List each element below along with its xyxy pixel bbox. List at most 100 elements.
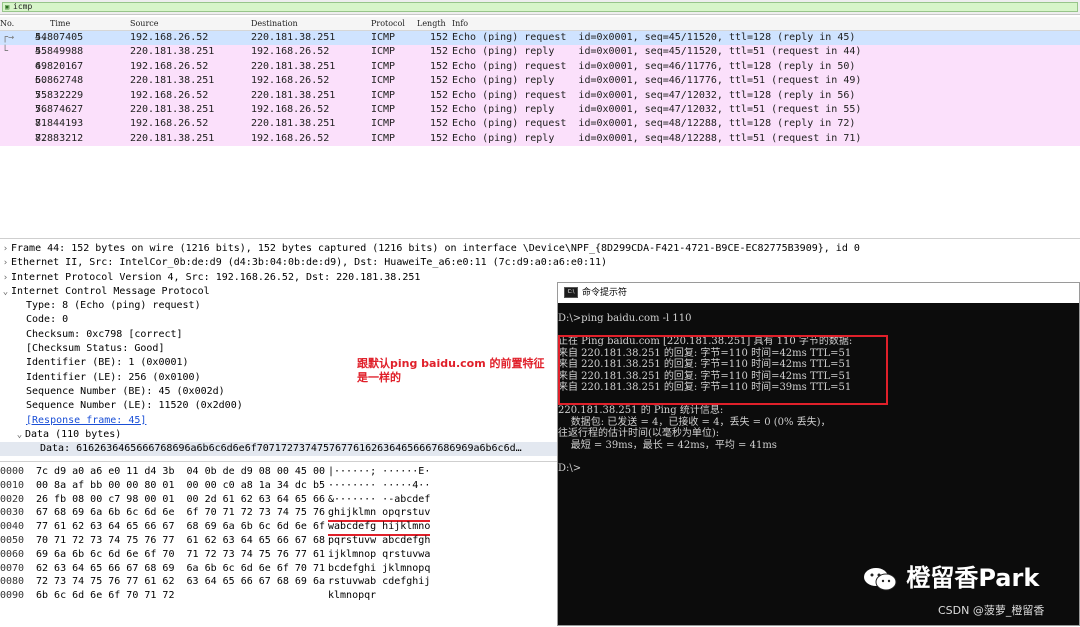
cell-info: Echo (ping) request id=0x0001, seq=47/12… xyxy=(452,89,856,101)
hex-dump-pane: 0000 7c d9 a0 a6 e0 11 d4 3b 04 0b de d9 … xyxy=(0,461,558,627)
collapse-arrow-icon[interactable]: ⌄ xyxy=(14,428,25,442)
cell-len: 152 xyxy=(430,89,449,101)
cmd-title: 命令提示符 xyxy=(582,288,628,298)
cell-src: 192.168.26.52 xyxy=(130,89,209,101)
col-info[interactable]: Info xyxy=(452,17,468,30)
hex-bytes: 62 63 64 65 66 67 68 69 6a 6b 6c 6d 6e 6… xyxy=(36,562,325,574)
hex-row[interactable]: 0010 00 8a af bb 00 00 80 01 00 00 c0 a8 … xyxy=(0,479,558,493)
display-filter-input[interactable]: ▣ icmp xyxy=(2,2,1078,12)
hex-bytes: 77 61 62 63 64 65 66 67 68 69 6a 6b 6c 6… xyxy=(36,521,325,533)
cell-info: Echo (ping) request id=0x0001, seq=46/11… xyxy=(452,60,856,72)
cell-len: 152 xyxy=(430,60,449,72)
cmd-line xyxy=(558,451,1079,463)
display-filter-bar: ▣ icmp xyxy=(0,0,1080,15)
hex-offset: 0080 xyxy=(0,576,25,588)
pane-divider[interactable] xyxy=(0,238,1080,239)
cell-dst: 192.168.26.52 xyxy=(251,132,330,144)
packet-list: 44 5.807405 192.168.26.52 220.181.38.251 ICM… xyxy=(0,31,1080,147)
hex-offset: 0030 xyxy=(0,507,25,519)
packet-row[interactable]: 45 5.849988 220.181.38.251 192.168.26.52 ICM… xyxy=(0,45,1080,60)
hex-row[interactable]: 0090 6b 6c 6d 6e 6f 70 71 72 klmnopqr xyxy=(0,589,558,603)
cell-time: 7.874627 xyxy=(35,103,84,115)
hex-bytes: 72 73 74 75 76 77 61 62 63 64 65 66 67 6… xyxy=(36,576,325,588)
cmd-line: 220.181.38.251 的 Ping 统计信息: xyxy=(558,405,724,416)
cell-info: Echo (ping) reply id=0x0001, seq=46/1177… xyxy=(452,75,862,87)
collapse-arrow-icon[interactable]: ⌄ xyxy=(0,285,11,299)
hex-row[interactable]: 0060 69 6a 6b 6c 6d 6e 6f 70 71 72 73 74 … xyxy=(0,548,558,562)
cmd-line: 数据包: 已发送 = 4，已接收 = 4，丢失 = 0 (0% 丢失)， xyxy=(558,416,831,428)
cell-dst: 220.181.38.251 xyxy=(251,118,336,130)
cmd-line: 往返行程的估计时间(以毫秒为单位): xyxy=(558,428,720,439)
col-no[interactable]: No. xyxy=(0,17,14,30)
cell-info: Echo (ping) reply id=0x0001, seq=45/1152… xyxy=(452,46,862,58)
cell-dst: 192.168.26.52 xyxy=(251,75,330,87)
hex-offset: 0070 xyxy=(0,562,25,574)
hex-row[interactable]: 0070 62 63 64 65 66 67 68 69 6a 6b 6c 6d … xyxy=(0,562,558,576)
hex-bytes: 67 68 69 6a 6b 6c 6d 6e 6f 70 71 72 73 7… xyxy=(36,507,325,519)
hex-offset: 0040 xyxy=(0,521,25,533)
cmd-line: D:\> xyxy=(558,462,582,474)
cell-proto: ICMP xyxy=(371,103,396,115)
packet-row[interactable]: 50 6.862748 220.181.38.251 192.168.26.52 ICM… xyxy=(0,74,1080,89)
cell-src: 220.181.38.251 xyxy=(130,103,215,115)
filter-bookmark-icon[interactable]: ▣ xyxy=(5,3,9,11)
expand-arrow-icon[interactable]: › xyxy=(0,271,11,285)
cmd-titlebar[interactable]: C:\ 命令提示符 xyxy=(558,283,1079,303)
cell-proto: ICMP xyxy=(371,32,396,43)
cmd-window-icon: C:\ xyxy=(564,287,578,298)
watermark: 橙留香Park xyxy=(862,558,1072,598)
col-length[interactable]: Length xyxy=(417,17,446,30)
cell-proto: ICMP xyxy=(371,75,396,87)
cell-proto: ICMP xyxy=(371,60,396,72)
hex-offset: 0010 xyxy=(0,479,25,491)
packet-row[interactable]: 49 6.820167 192.168.26.52 220.181.38.251 ICM… xyxy=(0,59,1080,75)
packet-row[interactable]: 44 5.807405 192.168.26.52 220.181.38.251 ICM… xyxy=(0,31,1080,46)
hex-row[interactable]: 0050 70 71 72 73 74 75 76 77 61 62 63 64 … xyxy=(0,534,558,548)
col-protocol[interactable]: Protocol xyxy=(371,17,405,30)
detail-frame[interactable]: › Frame 44: 152 bytes on wire (1216 bits)… xyxy=(0,242,1080,256)
hex-ascii: ········ ·····4·· xyxy=(328,479,431,491)
cell-info: Echo (ping) reply id=0x0001, seq=47/1203… xyxy=(452,103,862,115)
hex-offset: 0000 xyxy=(0,466,25,477)
wechat-icon xyxy=(864,568,897,591)
hex-bytes: 26 fb 08 00 c7 98 00 01 00 2d 61 62 63 6… xyxy=(36,493,325,505)
credit-text: CSDN @菠萝_橙留香 xyxy=(938,604,1045,617)
cell-src: 220.181.38.251 xyxy=(130,132,215,144)
cell-time: 7.832229 xyxy=(35,89,84,101)
expand-arrow-icon[interactable]: › xyxy=(0,242,11,256)
col-time[interactable]: Time xyxy=(50,17,70,30)
cell-time: 8.844193 xyxy=(35,118,84,130)
hex-bytes: 69 6a 6b 6c 6d 6e 6f 70 71 72 73 74 75 7… xyxy=(36,548,325,560)
cell-src: 192.168.26.52 xyxy=(130,32,209,43)
col-source[interactable]: Source xyxy=(130,17,159,30)
watermark-text: 橙留香Park xyxy=(906,564,1040,592)
annotation-note: 跟默认ping baidu.com 的前置特征是一样的 xyxy=(357,357,545,384)
hex-offset: 0050 xyxy=(0,535,25,546)
col-destination[interactable]: Destination xyxy=(251,17,298,30)
hex-ascii: ijklmnop qrstuvwa xyxy=(328,548,431,560)
packet-row[interactable]: 72 8.883212 220.181.38.251 192.168.26.52 ICM… xyxy=(0,131,1080,147)
cell-proto: ICMP xyxy=(371,118,396,130)
hex-row[interactable]: 0080 72 73 74 75 76 77 61 62 63 64 65 66 … xyxy=(0,575,558,589)
hex-row[interactable]: 0000 7c d9 a0 a6 e0 11 d4 3b 04 0b de d9 … xyxy=(0,465,558,479)
expand-arrow-icon[interactable]: › xyxy=(0,256,11,270)
detail-data-value[interactable]: Data: 6162636465666768696a6b6c6d6e6f7071… xyxy=(0,442,560,457)
hex-row[interactable]: 0020 26 fb 08 00 c7 98 00 01 00 2d 61 62 … xyxy=(0,493,558,507)
hex-ascii: rstuvwab cdefghij xyxy=(328,576,431,588)
cell-len: 152 xyxy=(430,75,449,87)
cell-proto: ICMP xyxy=(371,89,396,101)
hex-ascii: klmnopqr xyxy=(328,590,377,602)
cell-len: 152 xyxy=(430,32,449,43)
packet-list-header: No. Time Source Destination Protocol Len… xyxy=(0,17,1080,31)
hex-row[interactable]: 0040 77 61 62 63 64 65 66 67 68 69 6a 6b … xyxy=(0,520,558,536)
filter-text: icmp xyxy=(13,2,33,11)
cell-time: 5.807405 xyxy=(35,32,84,43)
hex-bytes: 7c d9 a0 a6 e0 11 d4 3b 04 0b de d9 08 0… xyxy=(36,466,325,477)
hex-offset: 0020 xyxy=(0,493,25,505)
packet-row[interactable]: 71 8.844193 192.168.26.52 220.181.38.251 ICM… xyxy=(0,117,1080,132)
packet-row[interactable]: 55 7.832229 192.168.26.52 220.181.38.251 ICM… xyxy=(0,88,1080,103)
hex-row[interactable]: 0030 67 68 69 6a 6b 6c 6d 6e 6f 70 71 72 … xyxy=(0,506,558,523)
cell-src: 220.181.38.251 xyxy=(130,46,215,58)
detail-ethernet[interactable]: › Ethernet II, Src: IntelCor_0b:de:d9 (d4… xyxy=(0,256,1080,270)
packet-row[interactable]: 56 7.874627 220.181.38.251 192.168.26.52 ICM… xyxy=(0,102,1080,118)
